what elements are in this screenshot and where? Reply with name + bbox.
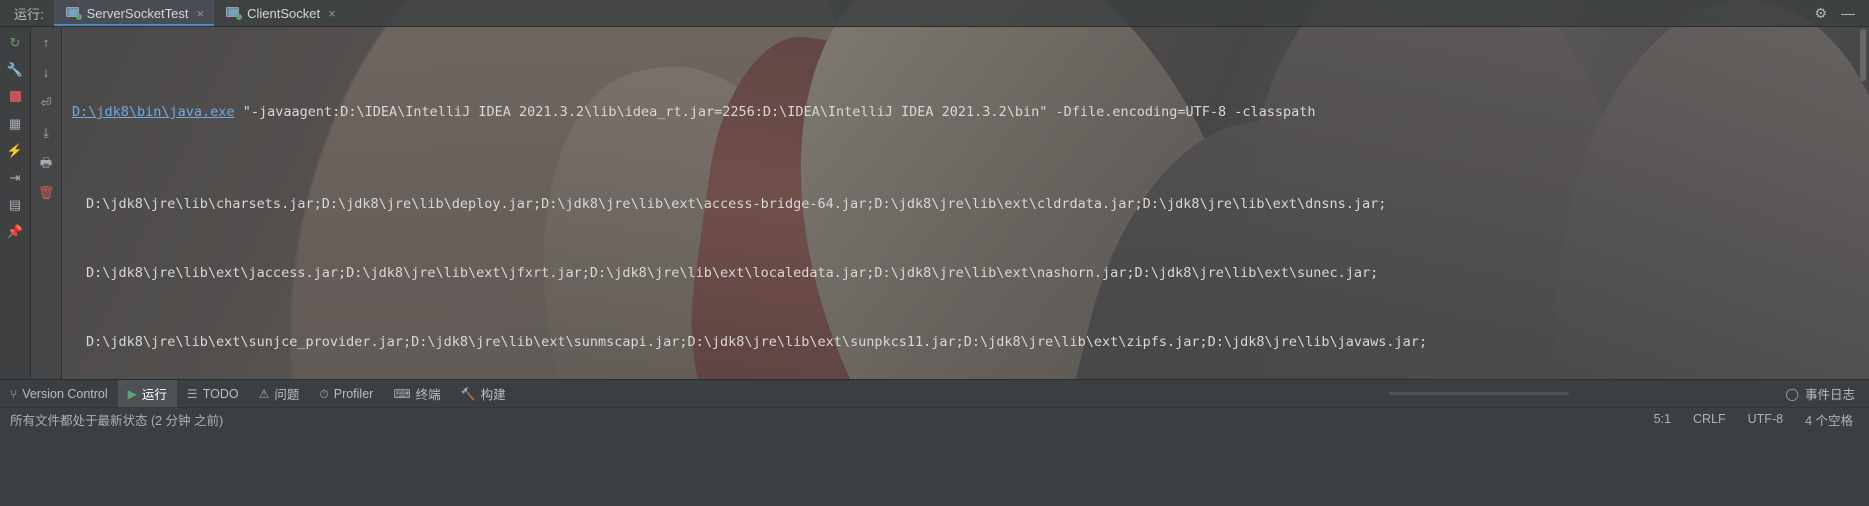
tool-button-profiler[interactable]: ⏱ Profiler xyxy=(309,380,383,408)
event-log-label: 事件日志 xyxy=(1804,388,1855,402)
caret-position[interactable]: 5:1 xyxy=(1643,412,1682,426)
run-window-label: 运行: xyxy=(14,6,44,22)
close-icon[interactable]: × xyxy=(195,7,207,20)
branch-icon: ⑂ xyxy=(10,386,18,401)
tool-button-todo[interactable]: ☰ TODO xyxy=(177,380,249,408)
tool-window-bar: ⑂ Version Control ▶ 运行 ☰ TODO ⚠ 问题 ⏱ Pro… xyxy=(0,379,1869,408)
tab-label: ClientSocket xyxy=(247,5,321,21)
run-toolbar-secondary: ↑ ↓ ⏎ ⤓ 🖶 🗑 xyxy=(31,27,62,379)
stop-icon[interactable] xyxy=(6,87,24,105)
tool-button-terminal[interactable]: ⌨ 终端 xyxy=(383,380,450,408)
status-bar: 所有文件都处于最新状态 (2 分钟 之前) 5:1 CRLF UTF-8 4 个… xyxy=(0,407,1869,430)
console-line-classpath: D:\jdk8\jre\lib\ext\sunjce_provider.jar;… xyxy=(86,334,1428,350)
tool-button-problems[interactable]: ⚠ 问题 xyxy=(249,380,310,408)
tab-bar-actions: ⚙ — xyxy=(1800,0,1869,26)
tab-server-socket-test[interactable]: ServerSocketTest × xyxy=(53,0,215,26)
status-message: 所有文件都处于最新状态 (2 分钟 之前) xyxy=(10,413,224,428)
camera-icon[interactable]: ▦ xyxy=(6,114,24,132)
console-scrollbar[interactable] xyxy=(1857,27,1869,379)
ide-run-window: 运行: ServerSocketTest × ClientSocket × ⚙ … xyxy=(0,0,1869,506)
run-toolbar-primary: ↻ 🔧 ▦ ⚡ ⇥ ▤ 📌 xyxy=(0,27,31,379)
layout-icon[interactable]: ▤ xyxy=(6,195,24,213)
minimize-icon[interactable]: — xyxy=(1841,6,1855,20)
tool-button-run[interactable]: ▶ 运行 xyxy=(117,379,177,408)
print-icon[interactable]: 🖶 xyxy=(37,153,55,171)
pin-icon[interactable]: 📌 xyxy=(6,222,24,240)
tool-button-event-log[interactable]: ◯ 事件日志 xyxy=(1776,384,1869,403)
rerun-icon[interactable]: ↻ xyxy=(6,33,24,51)
soft-wrap-icon[interactable]: ⏎ xyxy=(37,93,55,111)
file-encoding[interactable]: UTF-8 xyxy=(1737,412,1794,426)
tool-button-label: Version Control xyxy=(22,386,108,401)
tool-button-build[interactable]: 🔨 构建 xyxy=(451,380,516,408)
tab-label: ServerSocketTest xyxy=(86,5,189,21)
line-separator[interactable]: CRLF xyxy=(1682,412,1737,426)
run-tab-bar: 运行: ServerSocketTest × ClientSocket × ⚙ … xyxy=(0,0,1869,27)
tool-button-label: 构建 xyxy=(480,388,506,402)
console-line-classpath: D:\jdk8\jre\lib\charsets.jar;D:\jdk8\jre… xyxy=(86,196,1387,212)
tool-button-label: Profiler xyxy=(333,386,374,401)
java-exe-link[interactable]: D:\jdk8\bin\java.exe xyxy=(72,104,235,120)
run-config-icon xyxy=(226,6,243,20)
export-icon[interactable]: ⇥ xyxy=(6,168,24,186)
message-icon: ◯ xyxy=(1785,386,1799,401)
scroll-up-icon[interactable]: ↑ xyxy=(37,33,55,51)
tool-button-label: 问题 xyxy=(274,388,300,402)
scroll-to-end-icon[interactable]: ⤓ xyxy=(37,123,55,141)
window-footer-fill xyxy=(0,430,1869,506)
clear-all-icon[interactable]: 🗑 xyxy=(37,183,55,201)
gear-icon[interactable]: ⚙ xyxy=(1814,6,1827,20)
background-task-progress xyxy=(1389,392,1569,395)
tool-button-label: 终端 xyxy=(415,388,441,402)
problems-icon: ⚠ xyxy=(258,386,270,401)
terminal-icon: ⌨ xyxy=(393,386,411,401)
console-line-classpath: D:\jdk8\jre\lib\ext\jaccess.jar;D:\jdk8\… xyxy=(86,265,1379,281)
tab-bar-spacer xyxy=(346,0,1801,26)
console-output[interactable]: D:\jdk8\bin\java.exe "-javaagent:D:\IDEA… xyxy=(62,27,1869,379)
profiler-icon: ⏱ xyxy=(319,386,329,401)
todo-icon: ☰ xyxy=(186,386,198,401)
run-config-icon xyxy=(65,6,82,20)
scrollbar-thumb[interactable] xyxy=(1860,29,1866,81)
tab-client-socket[interactable]: ClientSocket × xyxy=(214,0,346,26)
tool-button-version-control[interactable]: ⑂ Version Control xyxy=(0,380,118,408)
run-icon: ▶ xyxy=(127,386,137,401)
wrench-icon[interactable]: 🔧 xyxy=(6,60,24,78)
tool-button-label: 运行 xyxy=(141,388,167,402)
indent-setting[interactable]: 4 个空格 xyxy=(1794,410,1869,429)
thread-dump-icon[interactable]: ⚡ xyxy=(6,141,24,159)
close-icon[interactable]: × xyxy=(326,7,338,20)
scroll-down-icon[interactable]: ↓ xyxy=(37,63,55,81)
tool-button-label: TODO xyxy=(202,386,239,401)
build-icon: 🔨 xyxy=(460,386,476,401)
console-line-command: D:\jdk8\bin\java.exe "-javaagent:D:\IDEA… xyxy=(62,101,1869,124)
command-args: "-javaagent:D:\IDEA\IntelliJ IDEA 2021.3… xyxy=(234,104,1316,120)
